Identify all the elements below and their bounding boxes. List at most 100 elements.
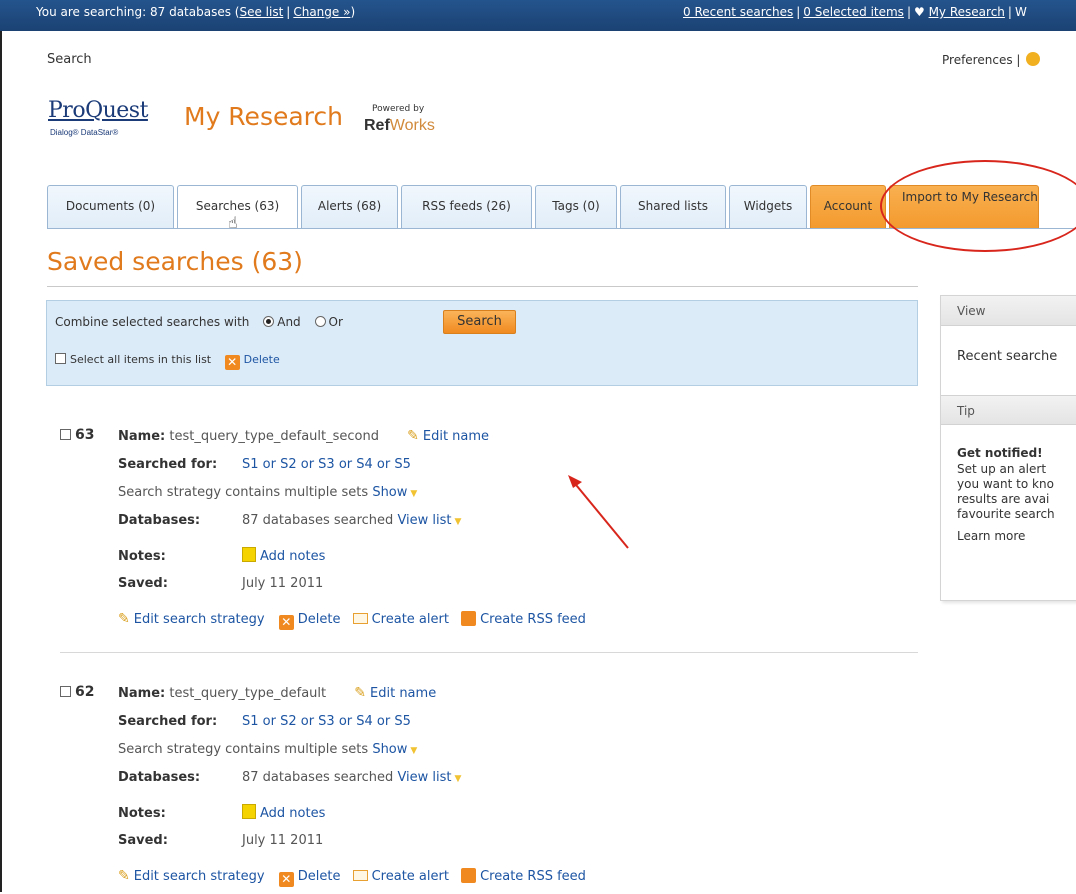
tab-tags[interactable]: Tags (0) <box>535 185 617 228</box>
powered-by-label: Powered by <box>372 104 425 114</box>
chevron-down-icon[interactable]: ▼ <box>455 517 462 527</box>
logo-text: ProQuest <box>48 98 148 123</box>
rss-icon[interactable] <box>461 868 477 883</box>
select-all-checkbox[interactable] <box>55 353 66 364</box>
view-list-link[interactable]: View list <box>397 513 451 528</box>
delete-icon[interactable]: ✕ <box>224 355 240 370</box>
delete-icon[interactable]: ✕ <box>278 615 294 630</box>
globe-icon[interactable] <box>1026 52 1041 66</box>
notes-row: Notes: Add notes <box>118 547 325 564</box>
search-button[interactable]: Search <box>443 310 516 334</box>
record-checkbox[interactable] <box>60 686 71 697</box>
name-label: Name: <box>118 686 166 701</box>
learn-more-link[interactable]: Learn more <box>957 529 1025 543</box>
change-link[interactable]: Change » <box>293 5 350 19</box>
create-rss-link[interactable]: Create RSS feed <box>480 869 586 884</box>
databases-label: Databases: <box>118 770 201 785</box>
delete-link[interactable]: Delete <box>298 869 341 884</box>
pencil-icon[interactable]: ✎ <box>354 685 366 701</box>
radio-and-label: And <box>277 315 301 329</box>
view-list-link[interactable]: View list <box>397 770 451 785</box>
edit-strategy-link[interactable]: Edit search strategy <box>134 869 265 884</box>
tab-import[interactable]: Import to My Research <box>889 185 1039 228</box>
edit-name-link[interactable]: Edit name <box>423 429 489 444</box>
record-name-row: Name: test_query_type_default_second ✎ Ed… <box>118 428 489 444</box>
pencil-icon[interactable]: ✎ <box>118 868 130 884</box>
edit-name-link[interactable]: Edit name <box>370 686 436 701</box>
tip-line: favourite search <box>957 507 1055 521</box>
tab-account[interactable]: Account <box>810 185 886 228</box>
right-sidebar: View Recent searche Tip Get notified! Se… <box>940 295 1076 601</box>
proquest-logo: ProQuest Dialog® DataStar® <box>48 98 148 137</box>
see-list-link[interactable]: See list <box>239 5 283 19</box>
record-name-row: Name: test_query_type_default ✎ Edit name <box>118 685 436 701</box>
notes-icon[interactable] <box>242 547 256 562</box>
refworks-ref: Ref <box>364 117 390 134</box>
recent-searches-link[interactable]: 0 Recent searches <box>683 5 793 19</box>
combine-label: Combine selected searches with <box>55 315 250 329</box>
searched-for-value[interactable]: S1 or S2 or S3 or S4 or S5 <box>242 714 411 729</box>
selected-items-link[interactable]: 0 Selected items <box>803 5 904 19</box>
saved-search-record: 62 Name: test_query_type_default ✎ Edit n… <box>60 684 930 894</box>
record-number: 62 <box>75 684 95 700</box>
recent-searches-link[interactable]: Recent searche <box>957 349 1057 364</box>
pencil-icon[interactable]: ✎ <box>118 611 130 627</box>
edit-strategy-link[interactable]: Edit search strategy <box>134 612 265 627</box>
refworks-works: Works <box>389 117 435 134</box>
record-number: 63 <box>75 427 95 443</box>
heading-divider <box>47 286 918 287</box>
tab-documents[interactable]: Documents (0) <box>47 185 174 228</box>
databases-row: Databases: 87 databases searched View lis… <box>118 513 461 528</box>
tab-rss-feeds[interactable]: RSS feeds (26) <box>401 185 532 228</box>
strategy-text: Search strategy contains multiple sets <box>118 485 369 500</box>
delete-link[interactable]: Delete <box>244 353 280 366</box>
add-notes-link[interactable]: Add notes <box>260 549 325 564</box>
create-alert-link[interactable]: Create alert <box>372 612 449 627</box>
show-link[interactable]: Show <box>372 742 407 757</box>
top-bar-right: 0 Recent searches | 0 Selected items | ♥ My … <box>683 5 1027 19</box>
add-notes-link[interactable]: Add notes <box>260 806 325 821</box>
refworks-logo: RefWorks <box>364 117 435 135</box>
preferences-link[interactable]: Preferences <box>942 53 1013 67</box>
create-alert-link[interactable]: Create alert <box>372 869 449 884</box>
saved-label: Saved: <box>118 576 168 591</box>
tab-shared-lists[interactable]: Shared lists <box>620 185 726 228</box>
record-number-row: 62 <box>60 684 94 700</box>
searched-for-value[interactable]: S1 or S2 or S3 or S4 or S5 <box>242 457 411 472</box>
radio-or[interactable] <box>314 316 326 327</box>
record-checkbox[interactable] <box>60 429 71 440</box>
tab-widgets[interactable]: Widgets <box>729 185 807 228</box>
chevron-down-icon[interactable]: ▼ <box>410 746 417 756</box>
searching-prefix: You are searching: 87 databases ( <box>36 5 240 19</box>
radio-and[interactable] <box>263 316 275 327</box>
search-link[interactable]: Search <box>47 52 92 67</box>
mail-icon[interactable] <box>352 870 368 881</box>
searched-for-row: Searched for: S1 or S2 or S3 or S4 or S5 <box>118 714 411 729</box>
notes-label: Notes: <box>118 549 166 564</box>
app-title: My Research <box>184 102 343 131</box>
mail-icon[interactable] <box>352 613 368 624</box>
notes-label: Notes: <box>118 806 166 821</box>
create-rss-link[interactable]: Create RSS feed <box>480 612 586 627</box>
my-research-link[interactable]: My Research <box>929 5 1005 19</box>
delete-link[interactable]: Delete <box>298 612 341 627</box>
preferences-area: Preferences | <box>942 52 1041 67</box>
select-all-row: Select all items in this list ✕ Delete <box>55 353 280 370</box>
strategy-row: Search strategy contains multiple sets S… <box>118 485 417 500</box>
chevron-down-icon[interactable]: ▼ <box>455 774 462 784</box>
rss-icon[interactable] <box>461 611 477 626</box>
delete-icon[interactable]: ✕ <box>278 872 294 887</box>
saved-label: Saved: <box>118 833 168 848</box>
chevron-down-icon[interactable]: ▼ <box>410 489 417 499</box>
radio-or-label: Or <box>328 315 343 329</box>
strategy-row: Search strategy contains multiple sets S… <box>118 742 417 757</box>
pencil-icon[interactable]: ✎ <box>407 428 419 444</box>
record-actions-row: ✎ Edit search strategy ✕ Delete Create ale… <box>118 868 586 887</box>
record-actions-row: ✎ Edit search strategy ✕ Delete Create ale… <box>118 611 586 630</box>
top-bar: You are searching: 87 databases (See lis… <box>0 0 1076 31</box>
tab-alerts[interactable]: Alerts (68) <box>301 185 398 228</box>
show-link[interactable]: Show <box>372 485 407 500</box>
notes-row: Notes: Add notes <box>118 804 325 821</box>
saved-row: Saved: July 11 2011 <box>118 576 323 591</box>
notes-icon[interactable] <box>242 804 256 819</box>
